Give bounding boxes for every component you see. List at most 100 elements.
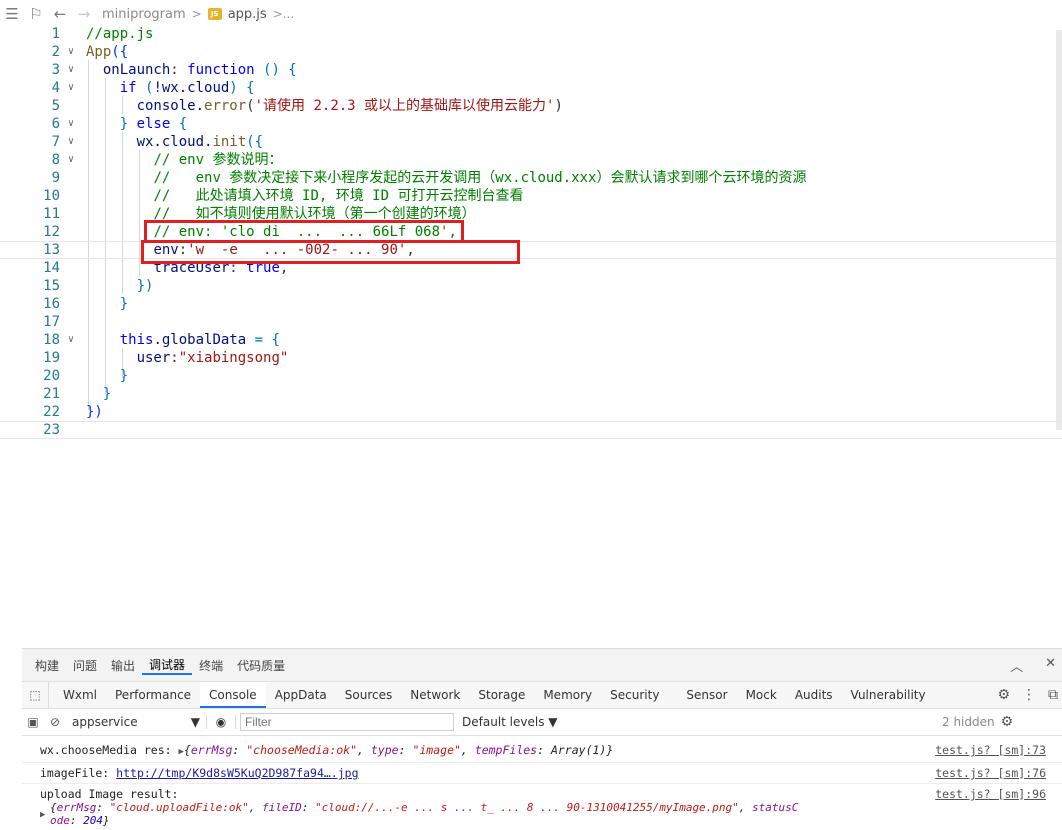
line-number: 7 <box>51 134 60 150</box>
tool-tab-sensor[interactable]: Sensor <box>668 682 736 708</box>
tool-tab-appdata[interactable]: AppData <box>266 682 336 708</box>
code-line: 3 ∨ onLaunch: function () { <box>0 61 1062 79</box>
panel-tab-build[interactable]: 构建 <box>28 657 66 674</box>
fold-chevron-icon[interactable]: ∨ <box>64 61 78 79</box>
tool-tab-security[interactable]: Security <box>601 682 668 708</box>
code-text: this.globalData = { <box>119 332 280 348</box>
code-line: 4 ∨ if (!wx.cloud) { <box>0 79 1062 97</box>
filter-input[interactable] <box>240 713 454 731</box>
fold-chevron-icon[interactable]: ∨ <box>64 43 78 61</box>
line-number: 1 <box>51 26 60 42</box>
image-file-link[interactable]: http://tmp/K9d8sW5KuQ2D987fa94….jpg <box>116 766 358 780</box>
more-options-icon[interactable]: ⋮ <box>1022 687 1036 703</box>
inspect-element-icon[interactable]: ⬚ <box>22 682 49 708</box>
console-message[interactable]: wx.chooseMedia res: ▶{errMsg: "chooseMed… <box>22 742 1062 763</box>
panel-tab-output[interactable]: 输出 <box>104 657 142 674</box>
forward-arrow-icon[interactable]: → <box>72 5 96 23</box>
console-message[interactable]: upload Image result: test.js? [sm]:96 ▶{… <box>22 784 1062 830</box>
breadcrumb-ellipsis[interactable]: >... <box>273 7 295 21</box>
panel-tab-terminal[interactable]: 终端 <box>192 657 230 674</box>
line-number: 9 <box>51 170 60 186</box>
code-line: 10 // 此处请填入环境 ID, 环境 ID 可打开云控制台查看 <box>0 187 1062 205</box>
console-messages[interactable]: wx.chooseMedia res: ▶{errMsg: "chooseMed… <box>22 736 1062 830</box>
panel-tab-bar: 构建 问题 输出 调试器 终端 代码质量 ︿ ✕ <box>22 649 1062 682</box>
context-selector-label: appservice <box>72 715 138 729</box>
eye-icon[interactable]: ◉ <box>207 715 236 729</box>
devtools-panel[interactable]: 构建 问题 输出 调试器 终端 代码质量 ︿ ✕ ⬚ Wxml Performa… <box>22 648 1062 827</box>
console-message[interactable]: imageFile: http://tmp/K9d8sW5KuQ2D987fa9… <box>22 763 1062 784</box>
sidebar-toggle-icon[interactable]: ▣ <box>22 715 44 729</box>
code-text: App({ <box>86 44 129 60</box>
dropdown-triangle-icon: ▼ <box>190 715 200 729</box>
fold-chevron-icon[interactable]: ∨ <box>64 133 78 151</box>
code-text: // env 参数说明： <box>153 152 283 168</box>
devtools-tool-tabs: ⬚ Wxml Performance Console AppData Sourc… <box>22 682 1062 709</box>
tool-tab-memory[interactable]: Memory <box>534 682 601 708</box>
clear-console-icon[interactable]: ⊘ <box>44 715 66 729</box>
tool-tab-wxml[interactable]: Wxml <box>49 682 106 708</box>
code-text: } else { <box>119 116 188 132</box>
line-number: 4 <box>51 80 60 96</box>
console-settings-icon[interactable]: ⚙ <box>1001 714 1014 730</box>
tool-tab-performance[interactable]: Performance <box>106 682 200 708</box>
tool-tab-vulnerability[interactable]: Vulnerability <box>842 682 935 708</box>
code-line: 8 ∨ // env 参数说明： <box>0 151 1062 169</box>
source-link[interactable]: test.js? [sm]:73 <box>935 742 1046 758</box>
line-number: 11 <box>43 206 60 222</box>
list-icon[interactable]: ☰ <box>0 5 24 23</box>
panel-tab-debugger[interactable]: 调试器 <box>142 656 193 675</box>
back-arrow-icon[interactable]: ← <box>48 5 72 23</box>
code-editor[interactable]: ☰ ⚐ ← → miniprogram > JS app.js >... 1 //… <box>0 0 1062 648</box>
breadcrumb-file[interactable]: app.js <box>228 7 267 22</box>
bookmark-icon[interactable]: ⚐ <box>24 5 48 23</box>
tool-tab-sources[interactable]: Sources <box>336 682 401 708</box>
line-number: 2 <box>51 44 60 60</box>
line-number: 17 <box>43 314 60 330</box>
tool-tab-audits[interactable]: Audits <box>786 682 842 708</box>
code-text: console.error('请使用 2.2.3 或以上的基础库以使用云能力') <box>136 98 563 114</box>
breadcrumb-separator: > <box>191 7 202 21</box>
panel-tab-code-quality[interactable]: 代码质量 <box>230 657 292 674</box>
tool-tab-console[interactable]: Console <box>200 682 266 708</box>
tool-tab-storage[interactable]: Storage <box>469 682 534 708</box>
gear-icon[interactable]: ⚙ <box>997 687 1010 703</box>
fold-chevron-icon[interactable]: ∨ <box>64 151 78 169</box>
line-number: 14 <box>43 260 60 276</box>
code-text: onLaunch: function () { <box>102 62 297 78</box>
code-line: 2 ∨ App({ <box>0 43 1062 61</box>
fold-chevron-icon[interactable]: ∨ <box>64 331 78 349</box>
code-text: } <box>102 386 112 402</box>
line-number: 15 <box>43 278 60 294</box>
code-line: 7 ∨ wx.cloud.init({ <box>0 133 1062 151</box>
hidden-count: 2 hidden <box>942 715 995 729</box>
console-filter-bar: ▣ ⊘ appservice ▼ ◉ Default levels ▼ 2 hi… <box>22 709 1062 736</box>
tool-tab-network[interactable]: Network <box>401 682 469 708</box>
code-line: 20 } <box>0 367 1062 385</box>
line-number: 10 <box>43 188 60 204</box>
code-text: // env 参数决定接下来小程序发起的云开发调用（wx.cloud.xxx）会… <box>153 170 807 186</box>
panel-tab-problems[interactable]: 问题 <box>66 657 104 674</box>
tool-tab-mock[interactable]: Mock <box>737 682 786 708</box>
js-file-icon: JS <box>207 8 222 20</box>
source-link[interactable]: test.js? [sm]:96 <box>935 788 1046 801</box>
close-icon[interactable]: ✕ <box>1045 656 1056 675</box>
line-number: 21 <box>43 386 60 402</box>
line-number: 12 <box>43 224 60 240</box>
fold-chevron-icon[interactable]: ∨ <box>64 79 78 97</box>
source-link[interactable]: test.js? [sm]:76 <box>935 763 1046 783</box>
code-line: 21 } <box>0 385 1062 403</box>
code-text: user:"xiabingsong" <box>136 350 289 366</box>
context-selector[interactable]: appservice ▼ <box>66 715 207 729</box>
code-line-current: 23 <box>0 421 1062 439</box>
code-line: 16 } <box>0 295 1062 313</box>
chevron-up-icon[interactable]: ︿ <box>1010 656 1023 675</box>
code-text: wx.cloud.init({ <box>136 134 264 150</box>
dock-icon[interactable]: ⧉ <box>1048 687 1058 703</box>
code-line: 22}) <box>0 403 1062 421</box>
log-levels-dropdown[interactable]: Default levels ▼ <box>462 715 942 729</box>
line-number: 16 <box>43 296 60 312</box>
code-text: }) <box>136 278 154 294</box>
fold-chevron-icon[interactable]: ∨ <box>64 115 78 133</box>
expand-triangle-icon[interactable]: ▶ <box>40 809 45 822</box>
breadcrumb-folder[interactable]: miniprogram <box>102 7 186 22</box>
